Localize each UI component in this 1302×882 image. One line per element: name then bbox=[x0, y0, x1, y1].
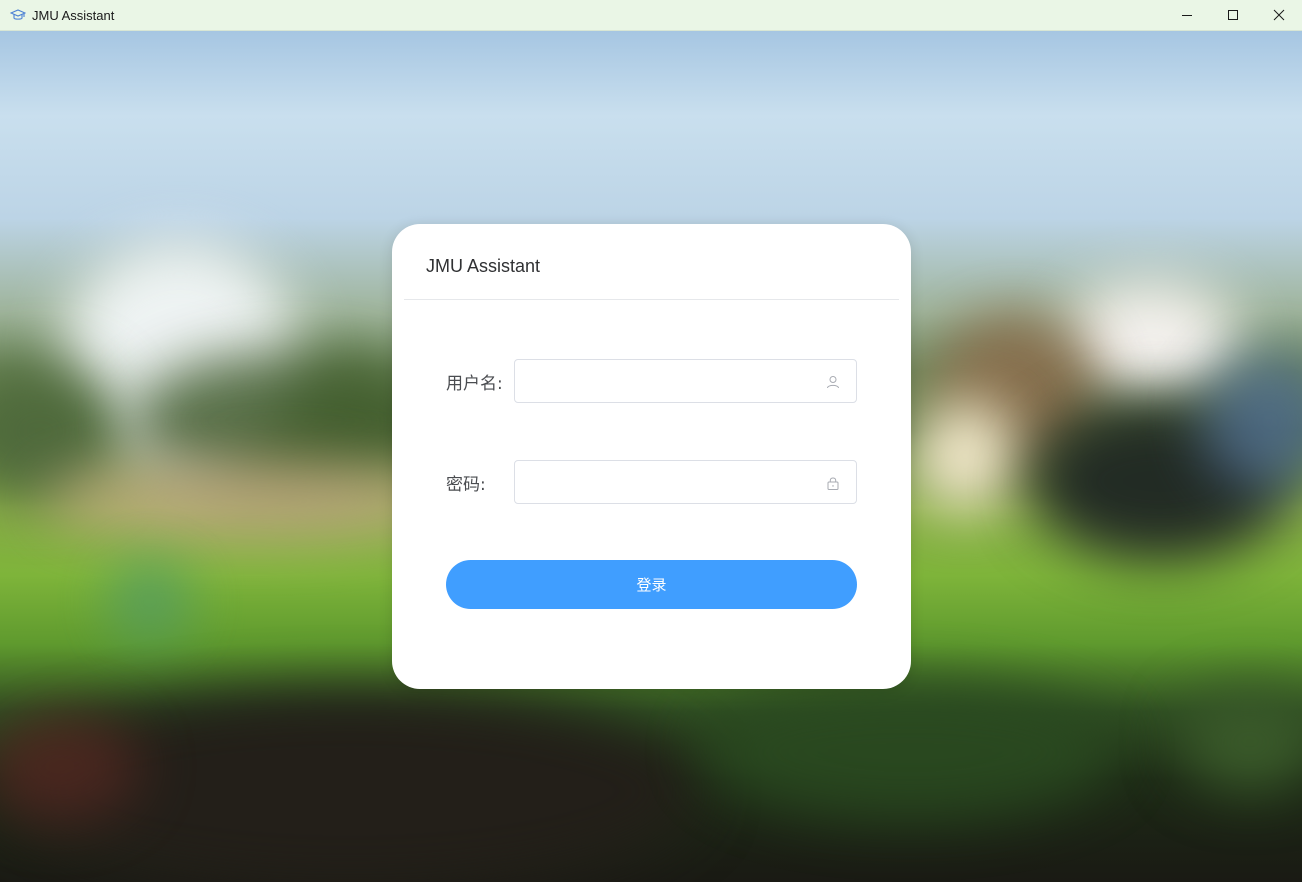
minimize-icon bbox=[1181, 6, 1193, 25]
graduation-cap-icon bbox=[10, 7, 26, 23]
password-label: 密码: bbox=[446, 475, 486, 495]
password-input[interactable] bbox=[527, 461, 817, 503]
app-window: JMU Assistant JMU Assistant 用户名: 密码: 登录 bbox=[0, 0, 1302, 882]
username-input-wrapper[interactable] bbox=[514, 359, 857, 403]
login-card: JMU Assistant 用户名: 密码: 登录 bbox=[392, 224, 911, 689]
maximize-button[interactable] bbox=[1210, 0, 1256, 30]
window-title: JMU Assistant bbox=[32, 7, 115, 23]
username-label: 用户名: bbox=[446, 374, 503, 394]
lock-icon bbox=[826, 475, 840, 490]
card-divider bbox=[404, 299, 899, 300]
user-icon bbox=[826, 374, 840, 389]
window-controls bbox=[1164, 0, 1302, 30]
close-button[interactable] bbox=[1256, 0, 1302, 30]
password-input-wrapper[interactable] bbox=[514, 460, 857, 504]
maximize-icon bbox=[1227, 6, 1239, 25]
card-title: JMU Assistant bbox=[426, 256, 541, 276]
minimize-button[interactable] bbox=[1164, 0, 1210, 30]
close-icon bbox=[1273, 6, 1285, 25]
login-button[interactable]: 登录 bbox=[446, 560, 857, 609]
title-bar[interactable]: JMU Assistant bbox=[0, 0, 1302, 31]
username-input[interactable] bbox=[527, 360, 817, 402]
